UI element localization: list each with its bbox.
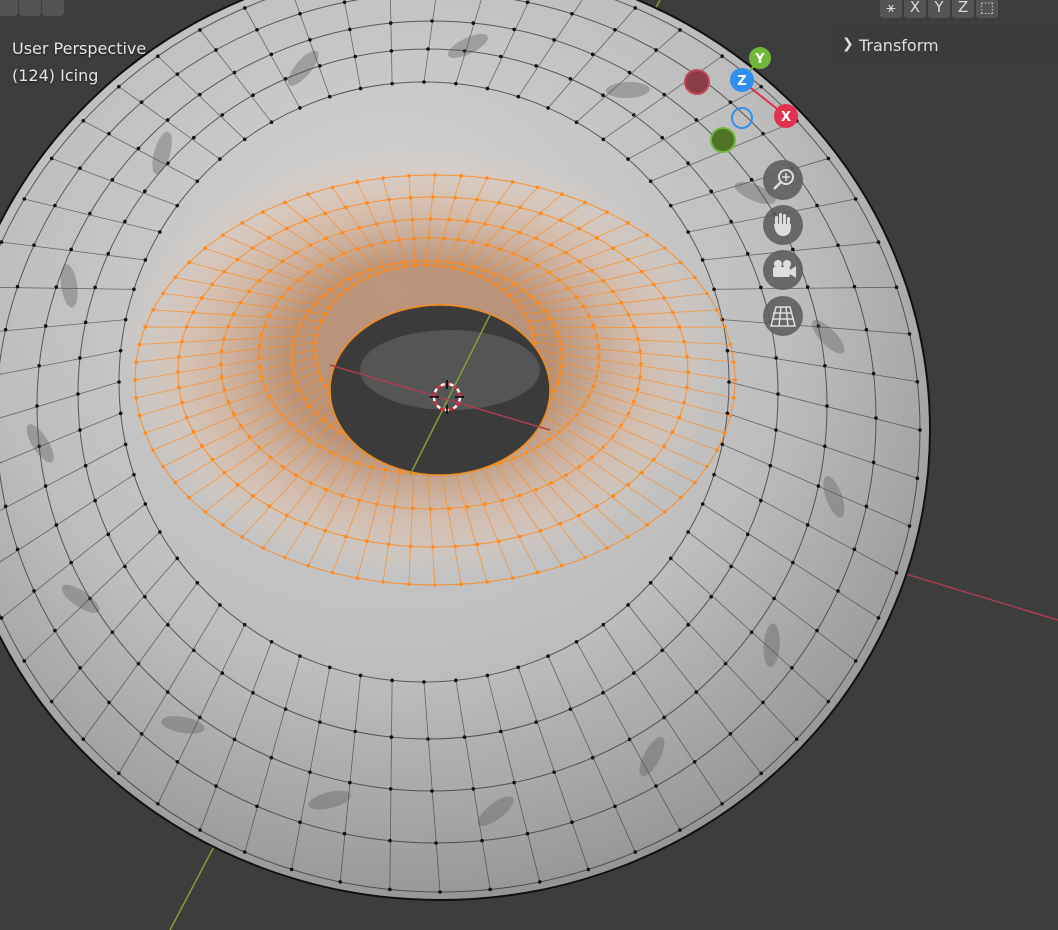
- camera-view-button[interactable]: [763, 250, 803, 290]
- 3d-viewport[interactable]: X Y Z: [0, 0, 1058, 930]
- x-axis-label: X: [781, 110, 791, 125]
- transform-panel-title: Transform: [859, 36, 939, 55]
- view-name: User Perspective: [12, 39, 147, 58]
- select-subtract-button[interactable]: [42, 0, 64, 16]
- zoom-button[interactable]: [763, 160, 803, 200]
- z-axis-label: Z: [737, 74, 746, 89]
- y-axis-label: Y: [754, 52, 765, 67]
- pan-button[interactable]: [763, 205, 803, 245]
- select-mode-toolbar: [0, 0, 64, 16]
- select-box-button[interactable]: [0, 0, 18, 16]
- options-icon[interactable]: ⬚: [976, 0, 998, 18]
- axis-toggle-y[interactable]: Y: [928, 0, 950, 18]
- axis-toggle-z[interactable]: Z: [952, 0, 974, 18]
- select-extend-button[interactable]: [19, 0, 41, 16]
- neg-x-axis-handle[interactable]: [684, 69, 710, 95]
- perspective-toggle-button[interactable]: [763, 296, 803, 336]
- chevron-right-icon: ❯: [842, 36, 854, 52]
- neg-y-axis-handle[interactable]: [710, 127, 736, 153]
- transform-panel[interactable]: ❯ Transform: [830, 28, 1058, 62]
- butterfly-icon[interactable]: ⚹: [880, 0, 902, 18]
- object-label: (124) Icing: [12, 66, 99, 85]
- torus-hole-inner: [360, 330, 540, 410]
- axis-toggle-x[interactable]: X: [904, 0, 926, 18]
- mirror-axis-toggles: ⚹ X Y Z ⬚: [880, 0, 998, 18]
